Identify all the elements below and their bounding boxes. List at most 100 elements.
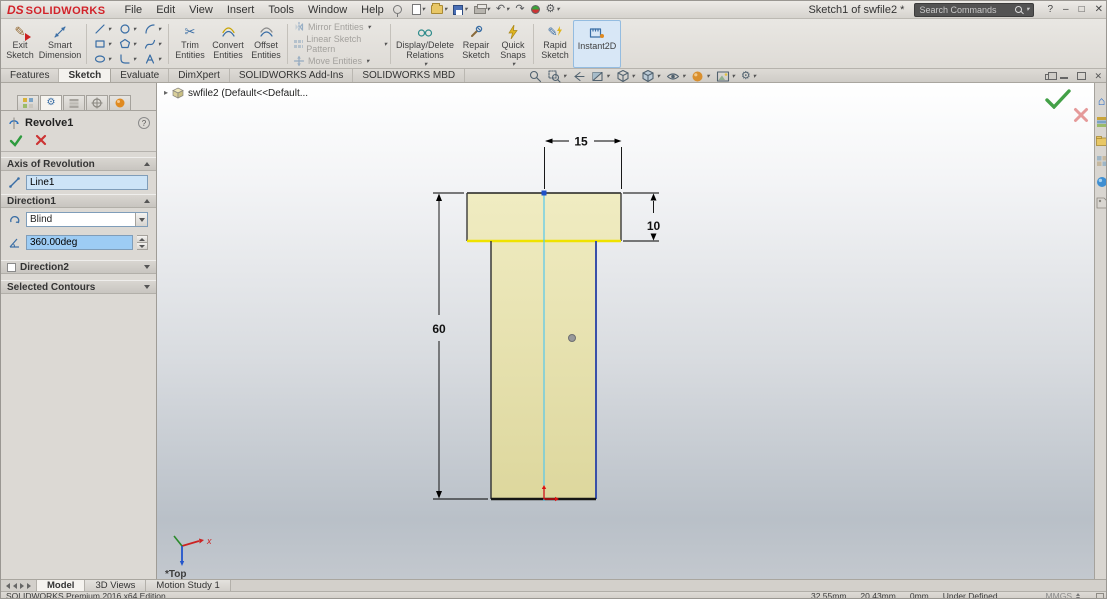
sketch-canvas[interactable]: 60 15 10 x xyxy=(157,83,1094,579)
custom-properties-icon[interactable] xyxy=(1096,197,1107,209)
search-scope-chevron-icon[interactable]: ▾ xyxy=(1026,6,1029,13)
chevron-down-icon[interactable]: ▾ xyxy=(108,26,111,33)
chevron-down-icon[interactable]: ▾ xyxy=(133,26,136,33)
scroll-right-icon[interactable] xyxy=(20,582,24,589)
tab-dimxpert-manager[interactable] xyxy=(86,95,108,110)
maximize-button[interactable]: □ xyxy=(1074,4,1090,15)
convert-entities-button[interactable]: Convert Entities xyxy=(208,20,248,68)
redo-button[interactable]: ↷ xyxy=(513,2,526,18)
minimize-button[interactable]: – xyxy=(1058,4,1074,15)
tab-configuration-manager[interactable] xyxy=(63,95,85,110)
tab-feature-manager[interactable] xyxy=(17,95,39,110)
tab-solidworks-mbd[interactable]: SOLIDWORKS MBD xyxy=(353,69,466,82)
text-tool-button[interactable]: ▾ xyxy=(140,52,165,67)
scroll-left-icon[interactable] xyxy=(13,582,17,589)
close-window-icon[interactable]: ✕ xyxy=(1094,71,1102,80)
dimension-head-width[interactable]: 15 xyxy=(544,135,622,190)
section-view-button[interactable]: ▾ xyxy=(591,70,610,83)
menu-window[interactable]: Window xyxy=(301,3,354,17)
undo-button[interactable]: ↶ ▾ xyxy=(494,2,511,18)
section-axis-of-revolution[interactable]: Axis of Revolution xyxy=(1,157,156,171)
scroll-right-icon[interactable] xyxy=(27,582,31,589)
chevron-down-icon[interactable]: ▾ xyxy=(108,41,111,48)
print-button[interactable]: ▾ xyxy=(472,2,492,18)
scroll-left-icon[interactable] xyxy=(6,582,10,589)
instant2d-button[interactable]: Instant2D xyxy=(573,20,621,68)
tab-display-manager[interactable] xyxy=(109,95,131,110)
section-direction2[interactable]: Direction2 xyxy=(1,260,156,274)
graphics-viewport[interactable]: ▸ swfile2 (Default<<Default... 60 15 10 … xyxy=(157,83,1094,580)
chevron-down-icon[interactable]: ▾ xyxy=(444,6,447,13)
units-chevron-icons[interactable] xyxy=(1076,592,1080,598)
sketch-point[interactable] xyxy=(568,334,576,342)
chevron-down-icon[interactable]: ▾ xyxy=(133,56,136,63)
menu-edit[interactable]: Edit xyxy=(149,3,182,17)
section-selected-contours[interactable]: Selected Contours xyxy=(1,280,156,294)
design-library-icon[interactable] xyxy=(1096,116,1107,127)
tab-dimxpert[interactable]: DimXpert xyxy=(169,69,230,82)
chevron-down-icon[interactable]: ▾ xyxy=(424,61,427,68)
options-button[interactable]: ⚙ ▾ xyxy=(544,2,562,18)
smart-dimension-button[interactable]: Smart Dimension xyxy=(37,20,83,68)
save-button[interactable]: ▾ xyxy=(451,2,469,18)
tab-features[interactable]: Features xyxy=(1,69,60,82)
menu-insert[interactable]: Insert xyxy=(220,3,262,17)
circle-tool-button[interactable]: ▾ xyxy=(115,22,140,37)
chevron-down-icon[interactable]: ▾ xyxy=(368,24,371,31)
tab-solidworks-add-ins[interactable]: SOLIDWORKS Add-Ins xyxy=(230,69,354,82)
tab-sketch[interactable]: Sketch xyxy=(59,69,112,82)
menu-help[interactable]: Help xyxy=(354,3,391,17)
view-settings-button[interactable]: ⚙ ▾ xyxy=(741,70,756,82)
close-button[interactable]: ✕ xyxy=(1090,4,1106,15)
hide-show-items-button[interactable]: ▾ xyxy=(666,70,685,83)
display-delete-relations-button[interactable]: Display/Delete Relations ▾ xyxy=(394,20,456,68)
maximize-window-icon[interactable] xyxy=(1077,71,1087,80)
help-button[interactable]: ? xyxy=(1042,4,1058,15)
move-entities-button[interactable]: Move Entities ▾ xyxy=(291,55,387,67)
linear-sketch-pattern-button[interactable]: Linear Sketch Pattern ▾ xyxy=(291,34,387,54)
ellipse-tool-button[interactable]: ▾ xyxy=(90,52,115,67)
chevron-down-icon[interactable]: ▾ xyxy=(133,41,136,48)
tab-property-manager[interactable]: ⚙ xyxy=(40,95,62,110)
chevron-down-icon[interactable]: ▾ xyxy=(512,61,515,68)
axis-of-revolution-field[interactable] xyxy=(26,175,148,190)
minimize-window-icon[interactable] xyxy=(1060,72,1069,80)
line-tool-button[interactable]: ▾ xyxy=(90,22,115,37)
chevron-down-icon[interactable]: ▾ xyxy=(632,73,635,80)
chevron-down-icon[interactable]: ▾ xyxy=(422,6,425,13)
zoom-fit-button[interactable] xyxy=(529,70,542,83)
new-document-button[interactable]: ▾ xyxy=(410,2,427,18)
rebuild-button[interactable] xyxy=(529,2,542,18)
tab-scroll-controls[interactable] xyxy=(1,580,37,591)
rapid-sketch-button[interactable]: ✎ Rapid Sketch xyxy=(537,20,573,68)
repair-sketch-button[interactable]: Repair Sketch xyxy=(456,20,496,68)
chevron-down-icon[interactable]: ▾ xyxy=(556,6,559,13)
chevron-down-icon[interactable]: ▾ xyxy=(487,6,490,13)
zoom-area-button[interactable]: ▾ xyxy=(548,69,566,83)
chevron-down-icon[interactable]: ▾ xyxy=(732,73,735,80)
revolve-angle-field[interactable] xyxy=(26,235,133,250)
previous-view-button[interactable] xyxy=(572,70,585,83)
section-direction1[interactable]: Direction1 xyxy=(1,194,156,208)
help-icon[interactable]: ? xyxy=(138,117,150,129)
apply-scene-button[interactable]: ▾ xyxy=(716,70,735,83)
end-condition-dropdown[interactable]: Blind xyxy=(26,212,148,227)
chevron-down-icon[interactable]: ▾ xyxy=(158,26,161,33)
units-selector[interactable]: MMGS xyxy=(1046,591,1072,598)
direction2-checkbox[interactable] xyxy=(7,262,16,272)
solidworks-resources-home-icon[interactable]: ⌂ xyxy=(1098,95,1105,107)
tab-motion-study-1[interactable]: Motion Study 1 xyxy=(146,580,231,591)
chevron-down-icon[interactable]: ▾ xyxy=(706,73,709,80)
chevron-down-icon[interactable]: ▾ xyxy=(366,58,369,65)
chevron-down-icon[interactable]: ▾ xyxy=(606,73,609,80)
appearances-scenes-icon[interactable] xyxy=(1096,176,1107,188)
reverse-direction-icon[interactable] xyxy=(7,213,22,227)
chevron-down-icon[interactable]: ▾ xyxy=(682,73,685,80)
spinner-down-button[interactable] xyxy=(137,243,147,249)
chevron-down-icon[interactable]: ▾ xyxy=(563,73,566,80)
menu-tools[interactable]: Tools xyxy=(261,3,301,17)
spinner-up-button[interactable] xyxy=(137,236,147,243)
dimension-head-height[interactable]: 10 xyxy=(623,192,661,242)
trim-entities-button[interactable]: ✂ Trim Entities xyxy=(172,20,208,68)
dimension-value-10[interactable]: 10 xyxy=(647,219,661,233)
